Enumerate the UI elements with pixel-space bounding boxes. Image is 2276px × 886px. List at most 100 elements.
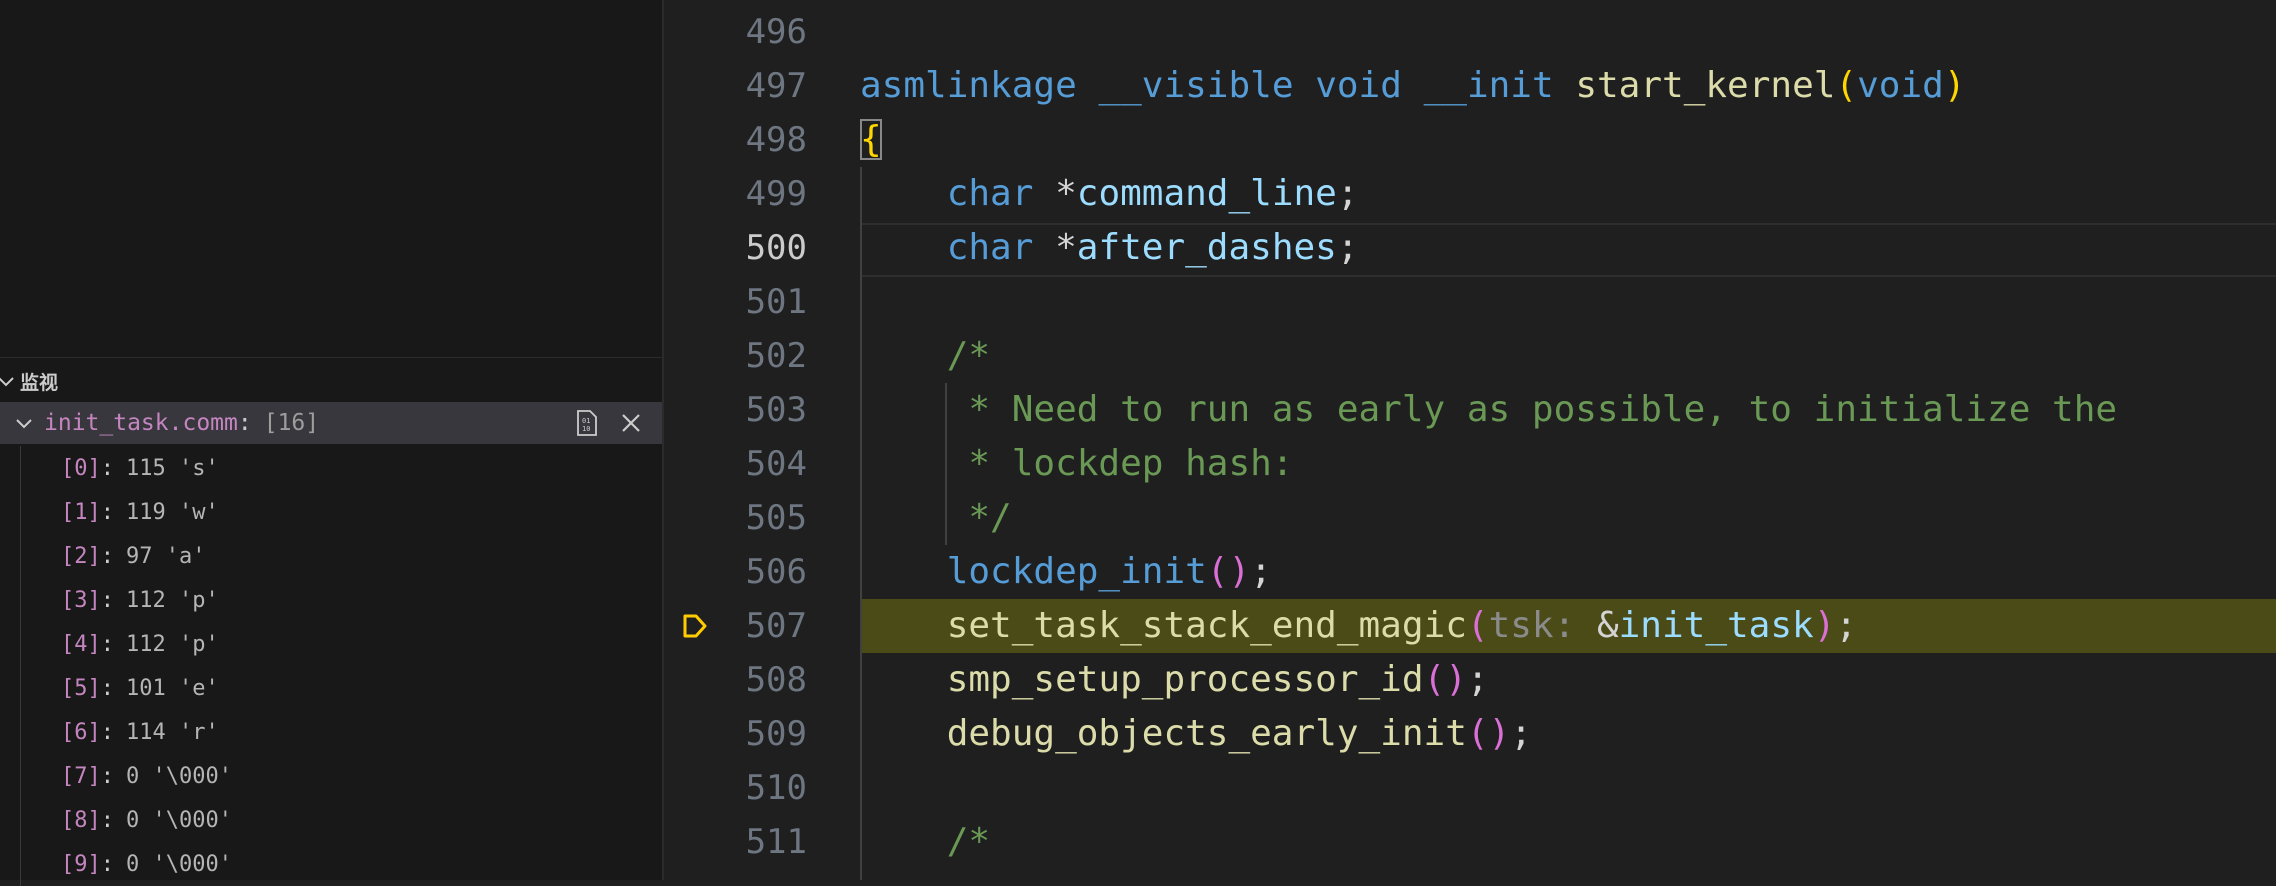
- binary-view-button[interactable]: 01 10: [572, 408, 602, 438]
- line-number[interactable]: 506: [664, 545, 807, 599]
- code-token: /*: [860, 335, 991, 376]
- line-number[interactable]: 496: [664, 5, 807, 59]
- line-number[interactable]: 508: [664, 653, 807, 707]
- line-number[interactable]: 511: [664, 815, 807, 869]
- line-number[interactable]: 498: [664, 113, 807, 167]
- watch-expression-name: init_task.comm: [44, 410, 238, 436]
- svg-text:01: 01: [582, 417, 590, 425]
- code-line[interactable]: 501: [664, 275, 2276, 329]
- code-token: void: [1857, 65, 1944, 106]
- code-token: set_task_stack_end_magic: [946, 605, 1467, 646]
- code-text[interactable]: {: [860, 113, 882, 167]
- line-number[interactable]: 499: [664, 167, 807, 221]
- watch-expression-row[interactable]: init_task.comm : [16] 01 10: [0, 402, 662, 444]
- code-line[interactable]: 504 * lockdep hash:: [664, 437, 2276, 491]
- tree-indent-guide: [20, 798, 21, 842]
- code-line[interactable]: 503 * Need to run as early as possible, …: [664, 383, 2276, 437]
- watch-child-index: [8]: [61, 807, 101, 833]
- remove-expression-button[interactable]: [616, 408, 646, 438]
- watch-expression-value: [16]: [263, 410, 320, 436]
- watch-child-row[interactable]: [9]:0 '\000': [0, 842, 662, 886]
- code-text[interactable]: /*: [860, 815, 990, 869]
- code-token: * Need to run as early as possible, to i…: [860, 389, 2118, 430]
- code-text[interactable]: char *after_dashes;: [860, 221, 1359, 275]
- code-text[interactable]: debug_objects_early_init();: [860, 707, 1532, 761]
- watch-child-value: 119 'w': [126, 499, 219, 525]
- code-token: (: [1466, 605, 1489, 646]
- code-text[interactable]: lockdep_init();: [860, 545, 1272, 599]
- code-text[interactable]: */: [860, 491, 1012, 545]
- code-line[interactable]: 510: [664, 761, 2276, 815]
- debug-side-panel: 监视 init_task.comm : [16] 01 10 [0]:115 '…: [0, 0, 664, 886]
- indent-guide: [860, 167, 862, 880]
- watch-section-header[interactable]: 监视: [0, 360, 662, 402]
- code-token: after_dashes: [1076, 227, 1337, 268]
- watch-child-row[interactable]: [6]:114 'r': [0, 710, 662, 754]
- watch-child-colon: :: [100, 851, 114, 877]
- watch-child-row[interactable]: [2]:97 'a': [0, 534, 662, 578]
- code-line[interactable]: 498 {: [664, 113, 2276, 167]
- code-editor[interactable]: 496 497 asmlinkage __visible void __init s…: [664, 0, 2276, 880]
- code-token: */: [860, 497, 1012, 538]
- line-number[interactable]: 507: [664, 599, 807, 653]
- tree-indent-guide: [20, 842, 21, 886]
- code-line[interactable]: 502 /*: [664, 329, 2276, 383]
- watch-child-row[interactable]: [1]:119 'w': [0, 490, 662, 534]
- code-token: ): [1813, 605, 1836, 646]
- watch-child-index: [5]: [61, 675, 101, 701]
- line-number[interactable]: 500: [664, 221, 807, 275]
- code-text[interactable]: char *command_line;: [860, 167, 1359, 221]
- watch-child-colon: :: [100, 587, 114, 613]
- watch-colon: :: [237, 410, 252, 436]
- code-line[interactable]: 496: [664, 5, 2276, 59]
- code-line[interactable]: 500 char *after_dashes;: [664, 221, 2276, 277]
- code-line[interactable]: 508 smp_setup_processor_id();: [664, 653, 2276, 707]
- code-line[interactable]: 507 set_task_stack_end_magic(tsk: &init_…: [664, 599, 2276, 653]
- svg-text:10: 10: [582, 425, 590, 433]
- line-number[interactable]: 497: [664, 59, 807, 113]
- code-token: *: [1033, 227, 1077, 268]
- code-token: tsk:: [1488, 605, 1576, 646]
- code-token: char: [946, 173, 1034, 214]
- line-number[interactable]: 504: [664, 437, 807, 491]
- code-text[interactable]: asmlinkage __visible void __init start_k…: [860, 59, 1966, 113]
- code-line[interactable]: 497 asmlinkage __visible void __init star…: [664, 59, 2276, 113]
- line-number[interactable]: 503: [664, 383, 807, 437]
- code-line[interactable]: 506 lockdep_init();: [664, 545, 2276, 599]
- code-line[interactable]: 511 /*: [664, 815, 2276, 869]
- tree-indent-guide: [20, 578, 21, 622]
- code-line[interactable]: 505 */: [664, 491, 2276, 545]
- watch-child-row[interactable]: [7]:0 '\000': [0, 754, 662, 798]
- watch-child-colon: :: [100, 763, 114, 789]
- code-token: command_line: [1076, 173, 1337, 214]
- watch-child-row[interactable]: [3]:112 'p': [0, 578, 662, 622]
- code-token: char: [946, 227, 1034, 268]
- watch-child-row[interactable]: [4]:112 'p': [0, 622, 662, 666]
- line-number[interactable]: 502: [664, 329, 807, 383]
- code-token: void: [1315, 65, 1402, 106]
- code-text[interactable]: * Need to run as early as possible, to i…: [860, 383, 2117, 437]
- watch-child-index: [1]: [61, 499, 101, 525]
- code-text[interactable]: * lockdep hash:: [860, 437, 1293, 491]
- line-number[interactable]: 505: [664, 491, 807, 545]
- code-text[interactable]: set_task_stack_end_magic(tsk: &init_task…: [860, 599, 1857, 653]
- code-line[interactable]: 509 debug_objects_early_init();: [664, 707, 2276, 761]
- code-text[interactable]: /*: [860, 329, 990, 383]
- code-token: asmlinkage: [860, 65, 1077, 106]
- watch-child-row[interactable]: [0]:115 's': [0, 446, 662, 490]
- line-number[interactable]: 501: [664, 275, 807, 329]
- chevron-down-icon[interactable]: [0, 369, 18, 393]
- watch-child-row[interactable]: [5]:101 'e': [0, 666, 662, 710]
- line-number[interactable]: 509: [664, 707, 807, 761]
- watch-child-colon: :: [100, 631, 114, 657]
- watch-child-row[interactable]: [8]:0 '\000': [0, 798, 662, 842]
- chevron-down-icon[interactable]: [12, 411, 36, 435]
- line-number[interactable]: 510: [664, 761, 807, 815]
- code-line[interactable]: 499 char *command_line;: [664, 167, 2276, 221]
- watch-child-index: [9]: [61, 851, 101, 877]
- code-text[interactable]: smp_setup_processor_id();: [860, 653, 1489, 707]
- code-token: {: [860, 119, 882, 160]
